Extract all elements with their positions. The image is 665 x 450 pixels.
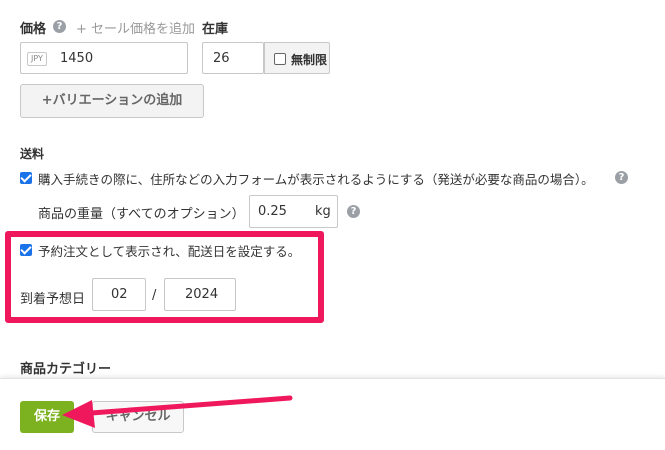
annotation-arrow-icon	[62, 395, 293, 428]
